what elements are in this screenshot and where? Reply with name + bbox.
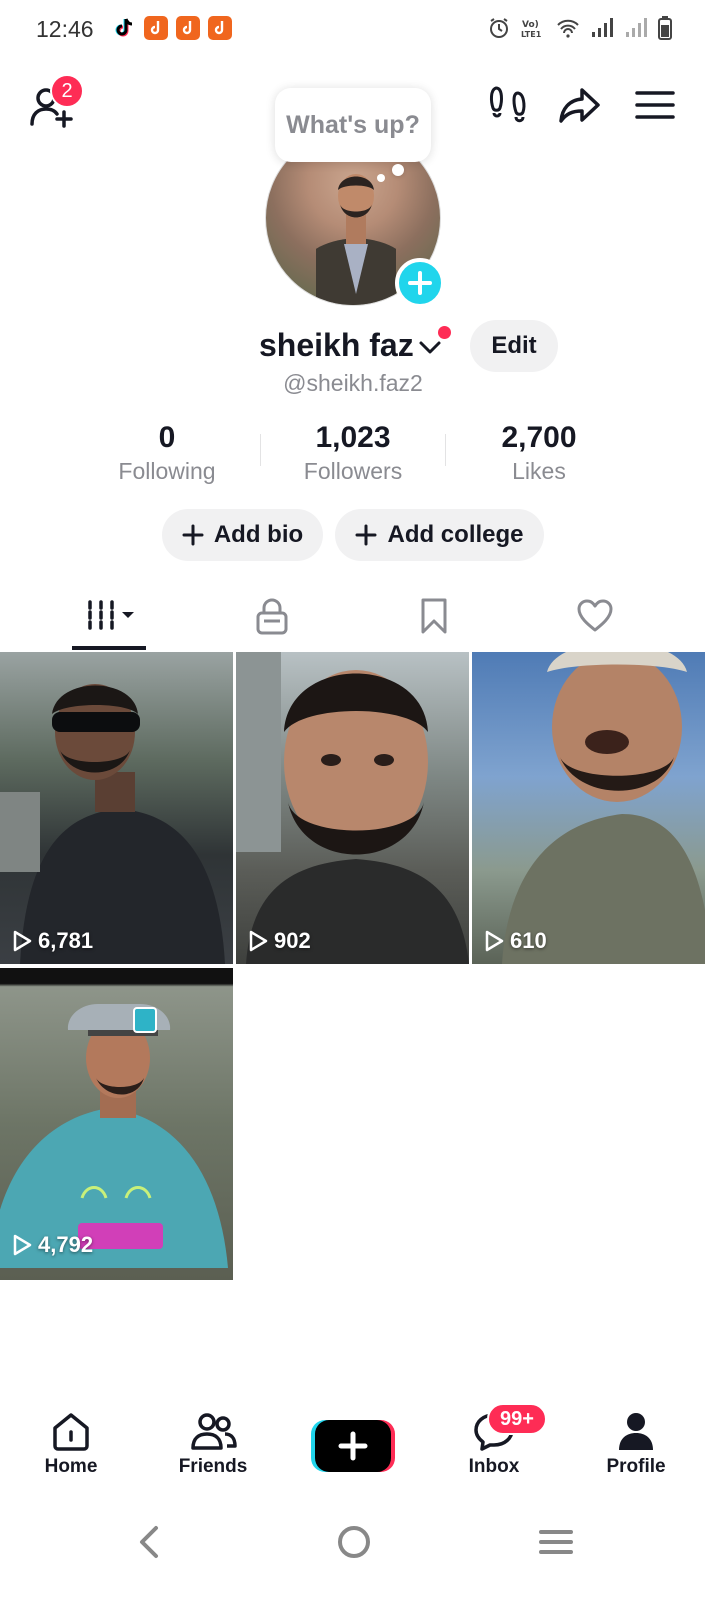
add-bio-label: Add bio xyxy=(213,521,304,548)
menu-icon[interactable] xyxy=(634,84,676,126)
footprints-icon[interactable] xyxy=(488,84,530,126)
play-icon xyxy=(485,930,504,952)
system-icons: Vo) LTE1 xyxy=(488,16,672,40)
app-notification-icon xyxy=(208,16,232,40)
stat-label: Followers xyxy=(303,458,403,484)
nav-home-label: Home xyxy=(44,1456,98,1477)
view-count: 4,792 xyxy=(12,1232,93,1258)
bookmark-icon xyxy=(421,598,447,634)
name-row: sheikh faz Edit xyxy=(0,320,720,372)
alarm-icon xyxy=(490,18,508,38)
svg-text:LTE1: LTE1 xyxy=(521,30,542,39)
video-tile[interactable]: 6,781 xyxy=(0,652,233,964)
add-bio-button[interactable]: Add bio xyxy=(162,509,323,561)
notification-dot xyxy=(438,326,451,339)
add-friend-badge: 2 xyxy=(50,74,84,108)
signal-icon-2 xyxy=(626,18,647,37)
signal-icon xyxy=(592,18,613,37)
bubble-dot xyxy=(392,164,404,176)
user-handle: @sheikh.faz2 xyxy=(283,370,423,396)
nav-profile-label: Profile xyxy=(606,1456,666,1477)
edit-profile-button[interactable]: Edit xyxy=(470,320,558,372)
svg-text:Vo): Vo) xyxy=(522,20,539,30)
chevron-down-icon[interactable] xyxy=(416,334,444,362)
inbox-badge: 99+ xyxy=(487,1403,547,1435)
lock-icon xyxy=(256,598,288,635)
video-thumbnail xyxy=(236,652,469,964)
video-tile[interactable]: 4,792 xyxy=(0,968,233,1280)
tiktok-notification-icon xyxy=(115,18,133,37)
tab-private[interactable] xyxy=(182,584,362,648)
tab-saved[interactable] xyxy=(344,584,524,648)
home-system-button[interactable] xyxy=(324,1512,384,1572)
view-count: 6,781 xyxy=(12,928,93,954)
tab-liked[interactable] xyxy=(505,584,685,648)
back-button[interactable] xyxy=(120,1512,180,1572)
play-icon xyxy=(13,930,32,952)
bottom-nav: Home Friends Inbox Profile xyxy=(0,1400,720,1500)
view-count-value: 4,792 xyxy=(38,1232,94,1257)
stat-likes[interactable]: 2,700 Likes xyxy=(449,420,629,486)
tab-videos[interactable] xyxy=(20,584,200,648)
stat-followers[interactable]: 1,023 Followers xyxy=(263,420,443,486)
stat-following[interactable]: 0 Following xyxy=(77,420,257,486)
avatar-figure xyxy=(316,174,396,305)
battery-icon xyxy=(658,16,672,40)
videos-grid-icon xyxy=(88,600,134,630)
status-time: 12:46 xyxy=(36,16,94,42)
plus-icon xyxy=(182,524,204,546)
stat-label: Following xyxy=(118,458,216,484)
share-icon[interactable] xyxy=(558,84,600,126)
notification-icons xyxy=(112,16,232,40)
system-nav-bar xyxy=(0,1500,720,1600)
back-icon xyxy=(140,1526,158,1558)
plus-icon xyxy=(355,524,377,546)
stat-value: 0 xyxy=(158,421,176,454)
view-count-value: 610 xyxy=(510,928,547,953)
status-bubble[interactable]: What's up? xyxy=(275,88,431,162)
video-tile[interactable]: 610 xyxy=(472,652,705,964)
app-notification-icon xyxy=(176,16,200,40)
view-count: 902 xyxy=(248,928,311,954)
display-name[interactable]: sheikh faz xyxy=(259,327,414,364)
recents-icon xyxy=(539,1530,573,1554)
view-count: 610 xyxy=(484,928,547,954)
video-tile[interactable]: 902 xyxy=(236,652,469,964)
home-icon xyxy=(53,1413,89,1451)
friends-icon xyxy=(191,1413,237,1450)
heart-icon xyxy=(577,599,613,632)
create-button[interactable] xyxy=(311,1420,395,1472)
play-icon xyxy=(13,1234,32,1256)
stat-value: 2,700 xyxy=(501,421,577,454)
volte-icon: Vo)LTE1 xyxy=(521,20,542,39)
content-tabs xyxy=(0,584,720,652)
circle-home-icon xyxy=(338,1526,370,1558)
add-avatar-button[interactable] xyxy=(395,258,445,308)
wifi-icon xyxy=(557,19,579,38)
video-thumbnail xyxy=(502,652,705,964)
nav-friends[interactable]: Friends xyxy=(153,1410,273,1478)
app-notification-icon xyxy=(144,16,168,40)
profile-icon xyxy=(619,1413,653,1450)
stat-value: 1,023 xyxy=(315,421,391,454)
nav-inbox-label: Inbox xyxy=(468,1456,520,1477)
profile-stats: 0 Following 1,023 Followers 2,700 Likes xyxy=(0,420,720,488)
add-college-label: Add college xyxy=(387,521,524,548)
stat-label: Likes xyxy=(512,458,566,484)
view-count-value: 902 xyxy=(274,928,311,953)
play-icon xyxy=(249,930,268,952)
view-count-value: 6,781 xyxy=(38,928,94,953)
add-college-button[interactable]: Add college xyxy=(335,509,544,561)
status-bar: 12:46 Vo) LTE1 xyxy=(0,0,720,60)
plus-icon xyxy=(408,271,432,295)
active-tab-indicator xyxy=(72,646,146,650)
bubble-dot xyxy=(377,174,385,182)
recents-button[interactable] xyxy=(526,1512,586,1572)
nav-friends-label: Friends xyxy=(178,1456,248,1477)
stat-divider xyxy=(445,434,446,466)
nav-home[interactable]: Home xyxy=(11,1410,131,1478)
video-thumbnail xyxy=(0,684,225,964)
nav-profile[interactable]: Profile xyxy=(576,1410,696,1478)
stat-divider xyxy=(260,434,261,466)
